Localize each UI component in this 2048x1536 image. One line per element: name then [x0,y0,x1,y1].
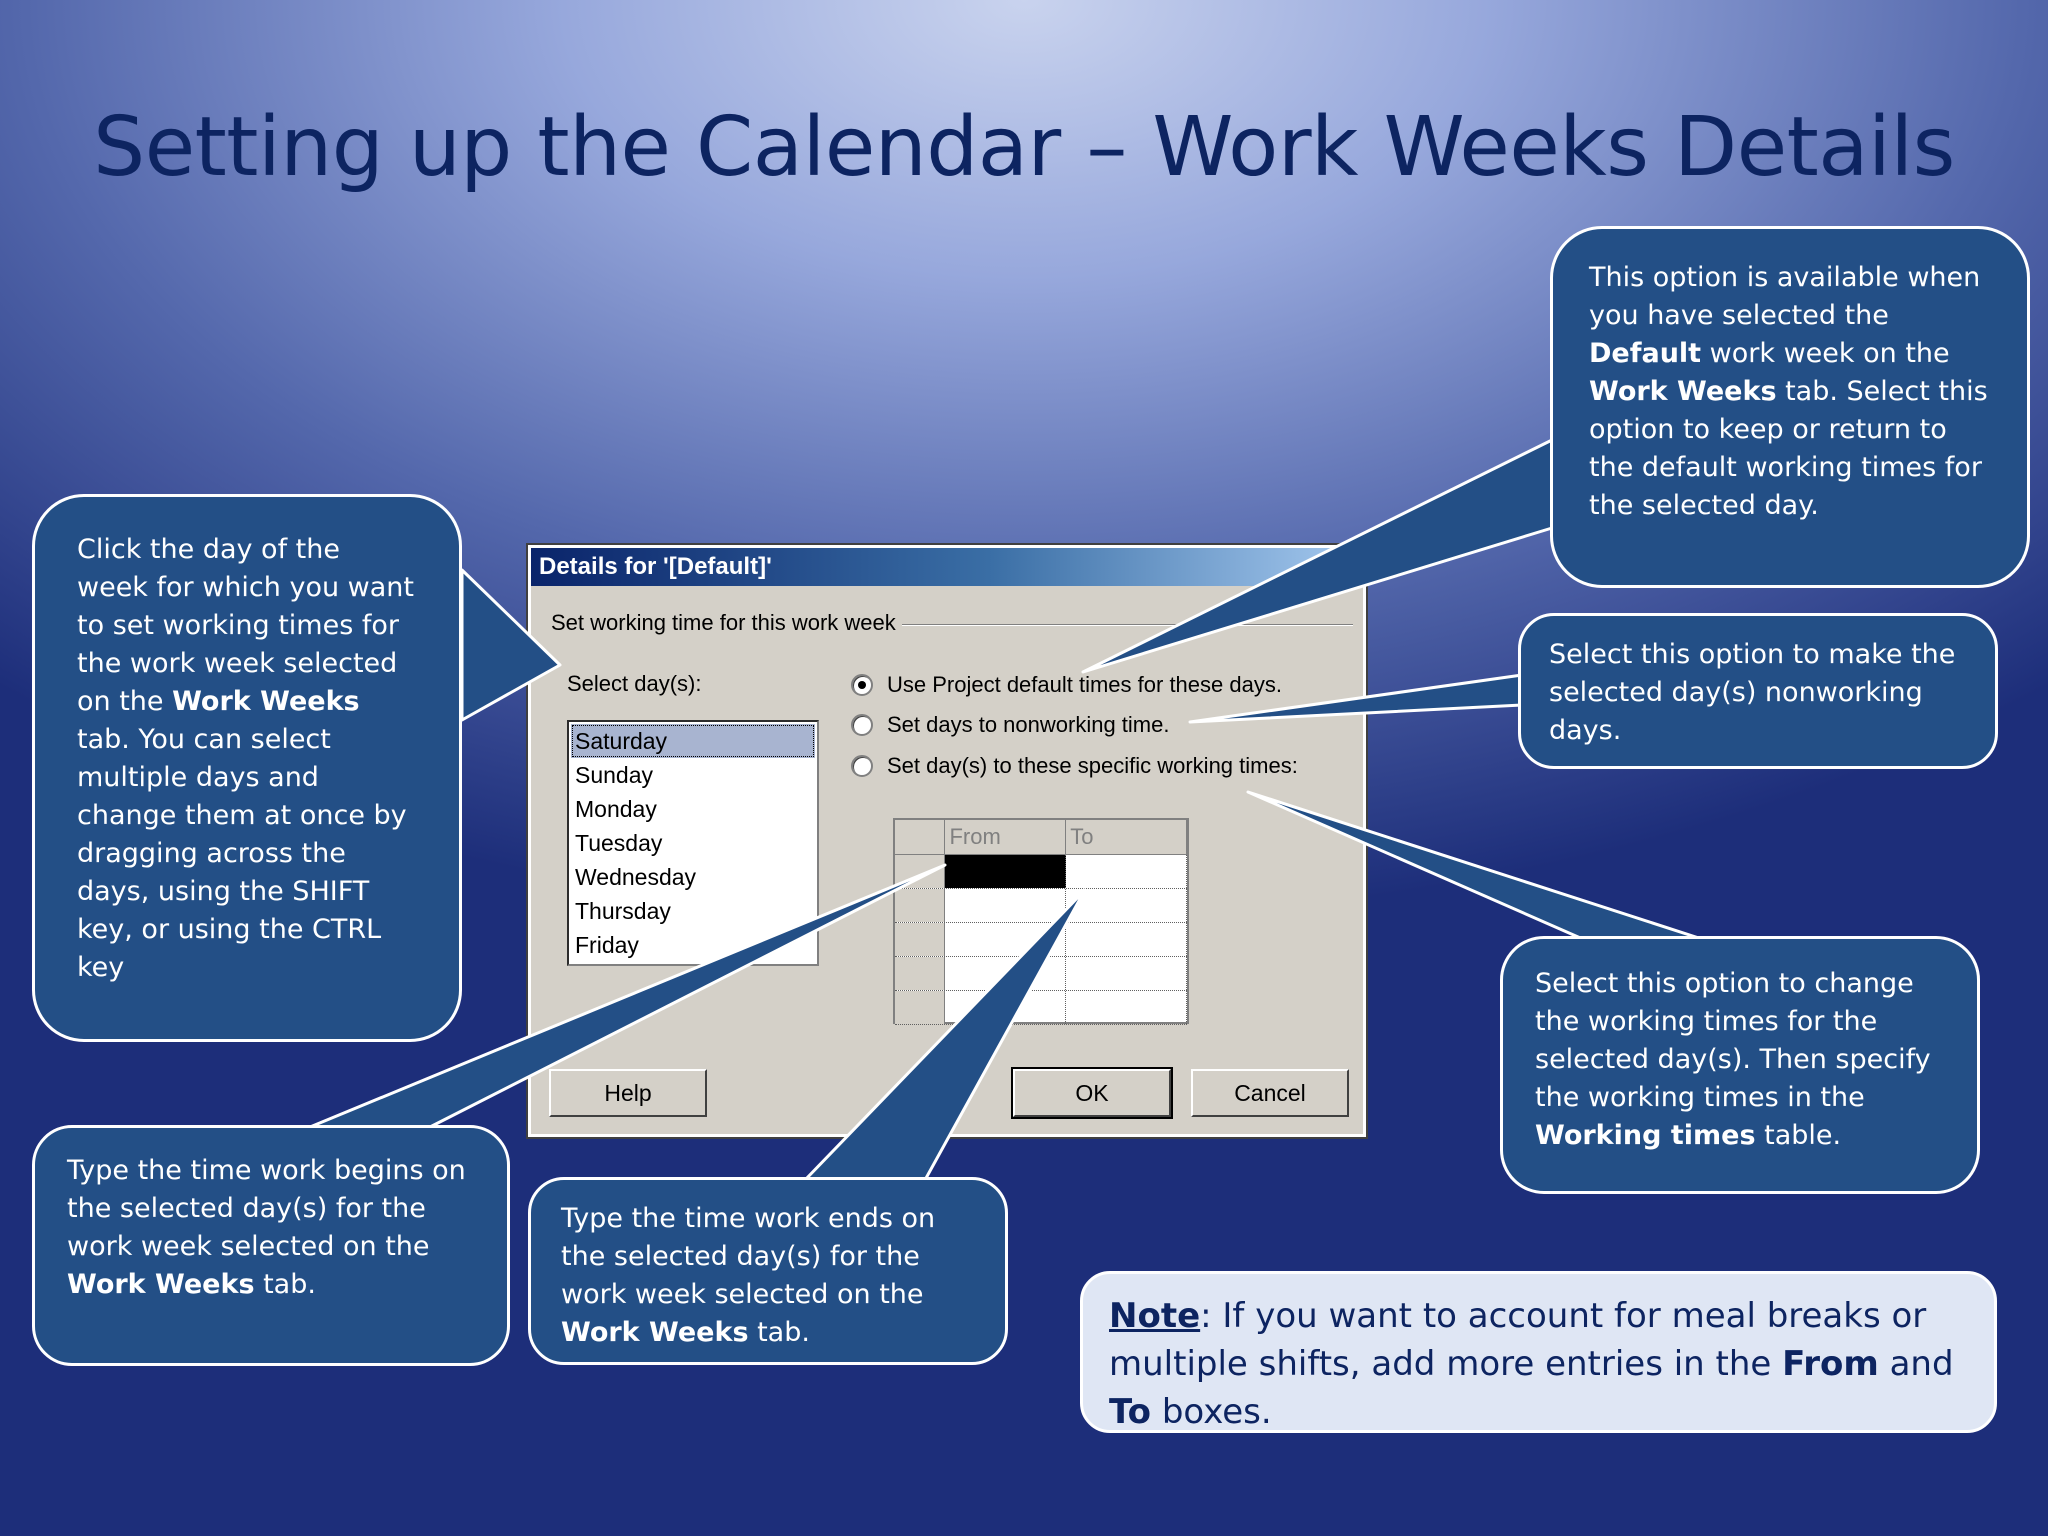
radio-default-times[interactable] [851,674,873,696]
note-label: Note [1109,1296,1201,1336]
table-row [895,889,1187,923]
to-cell[interactable] [1066,855,1187,888]
list-item-tuesday[interactable]: Tuesday [571,826,815,860]
details-dialog: Details for '[Default]' Set working time… [526,543,1368,1139]
callout-bold: Working times [1535,1120,1756,1151]
radio-nonworking[interactable] [851,714,873,736]
option-nonworking[interactable]: Set days to nonworking time. [851,712,1169,738]
note-text: and [1878,1344,1954,1384]
list-item-wednesday[interactable]: Wednesday [571,860,815,894]
callout-text: tab. You can select multiple days and ch… [77,724,407,983]
callout-select-days: Click the day of the week for which you … [32,494,462,1042]
callout-to-time: Type the time work ends on the selected … [528,1177,1008,1365]
ok-button[interactable]: OK [1011,1067,1173,1119]
to-cell[interactable] [1066,957,1187,990]
callout-text: tab. [254,1269,316,1300]
note-bold: To [1109,1392,1152,1432]
table-row [895,855,1187,889]
option-default-times-label: Use Project default times for these days… [887,672,1282,697]
note-box: Note: If you want to account for meal br… [1080,1271,1997,1433]
row-header [895,855,946,888]
column-from: From [945,820,1067,854]
callout-text: This option is available when you have s… [1589,262,1981,331]
list-item-friday[interactable]: Friday [571,928,815,962]
callout-text: work week on the [1701,338,1950,369]
table-row [895,923,1187,957]
list-item-sunday[interactable]: Sunday [571,758,815,792]
note-bold: From [1782,1344,1879,1384]
callout-text: Select this option to make the selected … [1549,639,1956,746]
from-cell[interactable] [945,889,1067,922]
row-header [895,957,946,990]
option-default-times[interactable]: Use Project default times for these days… [851,672,1282,698]
callout-specific-times: Select this option to change the working… [1500,936,1980,1194]
list-item-thursday[interactable]: Thursday [571,894,815,928]
option-nonworking-label: Set days to nonworking time. [887,712,1170,737]
callout-bold: Work Weeks [1589,376,1777,407]
callout-bold: Work Weeks [67,1269,255,1300]
to-cell[interactable] [1066,923,1187,956]
to-cell[interactable] [1066,889,1187,922]
callout-text: Select this option to change the working… [1535,968,1931,1113]
row-header [895,991,946,1024]
table-header: From To [895,820,1187,855]
callout-from-time: Type the time work begins on the selecte… [32,1125,510,1366]
slide-title: Setting up the Calendar – Work Weeks Det… [93,100,1955,195]
row-header [895,889,946,922]
radio-specific-times[interactable] [851,755,873,777]
column-to: To [1066,820,1187,854]
from-cell[interactable] [945,923,1067,956]
callout-text: Type the time work begins on the selecte… [67,1155,466,1262]
from-cell[interactable] [945,991,1067,1024]
to-cell[interactable] [1066,991,1187,1024]
callout-bold: Work Weeks [172,686,360,717]
option-specific-times[interactable]: Set day(s) to these specific working tim… [851,753,1298,779]
callout-text: Type the time work ends on the selected … [561,1203,936,1310]
callout-bold: Default [1589,338,1702,369]
list-item-saturday[interactable]: Saturday [571,724,815,758]
help-button[interactable]: Help [549,1069,707,1117]
callout-bold: Work Weeks [561,1317,749,1348]
callout-text: tab. [748,1317,810,1348]
from-cell[interactable] [945,957,1067,990]
cancel-button[interactable]: Cancel [1191,1069,1349,1117]
from-cell[interactable] [945,855,1067,888]
dialog-title: Details for '[Default]' [531,548,1363,586]
option-specific-times-label: Set day(s) to these specific working tim… [887,753,1298,778]
select-days-label: Select day(s): [567,671,702,696]
callout-nonworking: Select this option to make the selected … [1518,613,1998,769]
table-row [895,957,1187,991]
list-item-monday[interactable]: Monday [571,792,815,826]
callout-text: table. [1755,1120,1842,1151]
row-header [895,923,946,956]
days-listbox[interactable]: Saturday Sunday Monday Tuesday Wednesday… [567,720,819,966]
callout-default-times: This option is available when you have s… [1550,226,2030,588]
table-corner [895,820,946,854]
table-row [895,991,1187,1025]
note-text: boxes. [1151,1392,1272,1432]
working-times-table: From To [893,818,1189,1025]
group-label: Set working time for this work week [551,610,902,636]
